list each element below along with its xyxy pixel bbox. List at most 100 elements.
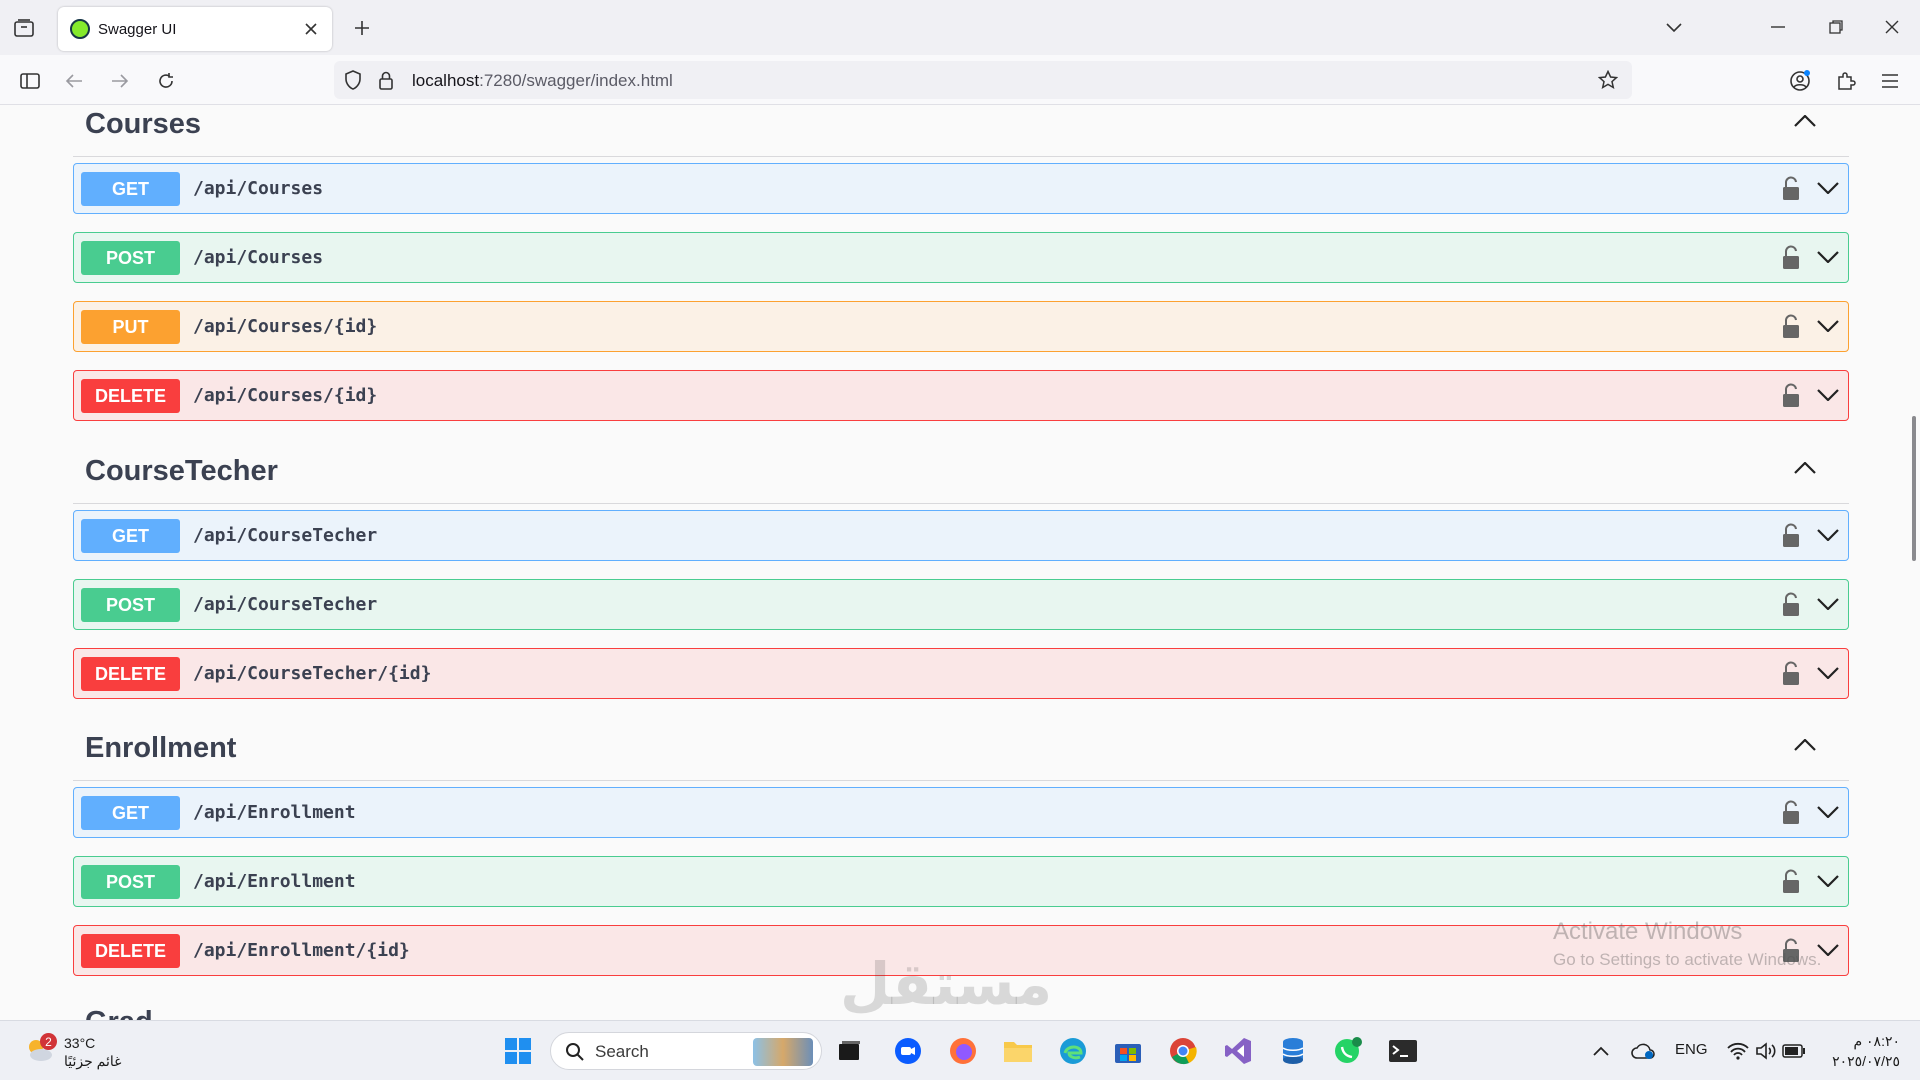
browser-tab-bar: Swagger UI: [0, 0, 1920, 55]
operation-path: /api/CourseTecher/{id}: [193, 663, 432, 684]
task-view-icon[interactable]: [832, 1033, 868, 1069]
browser-tab-active[interactable]: Swagger UI: [58, 7, 332, 51]
expand-chevron-down-icon[interactable]: [1814, 243, 1842, 271]
expand-chevron-down-icon[interactable]: [1814, 798, 1842, 826]
activate-windows-watermark: Activate Windows Go to Settings to activ…: [1553, 918, 1821, 970]
battery-icon[interactable]: [1776, 1033, 1812, 1069]
new-tab-plus-icon[interactable]: [348, 14, 376, 42]
section-title-enrollment[interactable]: Enrollment: [85, 732, 236, 765]
operation-row[interactable]: POST /api/Enrollment: [73, 856, 1849, 907]
unlocked-padlock-icon[interactable]: [1780, 383, 1802, 409]
mostaql-logo-watermark: مستقل: [840, 950, 1053, 1018]
section-divider: [73, 780, 1849, 781]
operation-row[interactable]: GET /api/Enrollment: [73, 787, 1849, 838]
operation-row[interactable]: GET /api/Courses: [73, 163, 1849, 214]
method-badge: PUT: [81, 310, 180, 344]
operation-path: /api/CourseTecher: [193, 525, 378, 546]
taskbar-search-box[interactable]: Search: [550, 1032, 822, 1070]
edge-app-icon[interactable]: [1055, 1033, 1091, 1069]
operation-row[interactable]: DELETE /api/Courses/{id}: [73, 370, 1849, 421]
operation-path: /api/Enrollment: [193, 871, 356, 892]
weather-widget[interactable]: 2 33°C غائم جزئيًا: [22, 1029, 132, 1073]
tracking-protection-shield-icon[interactable]: [344, 70, 362, 95]
operation-path: /api/CourseTecher: [193, 594, 378, 615]
unlocked-padlock-icon[interactable]: [1780, 661, 1802, 687]
method-badge: GET: [81, 519, 180, 553]
terminal-app-icon[interactable]: [1385, 1033, 1421, 1069]
list-all-tabs-chevron-icon[interactable]: [1660, 14, 1688, 42]
taskbar-clock[interactable]: ٠٨:٢٠ م ٢٠٢٥/٠٧/٢٥: [1820, 1031, 1900, 1071]
method-badge: DELETE: [81, 657, 180, 691]
sidebar-toggle-icon[interactable]: [14, 65, 46, 97]
onedrive-cloud-icon[interactable]: [1625, 1033, 1661, 1069]
firefox-app-icon[interactable]: [945, 1033, 981, 1069]
method-badge: DELETE: [81, 379, 180, 413]
browser-nav-bar: localhost:7280/swagger/index.html: [0, 55, 1920, 105]
close-window-icon[interactable]: [1872, 10, 1912, 44]
operation-path: /api/Enrollment/{id}: [193, 940, 410, 961]
search-icon: [565, 1042, 585, 1067]
section-divider: [73, 156, 1849, 157]
extensions-puzzle-icon[interactable]: [1830, 65, 1862, 97]
file-explorer-icon[interactable]: [1000, 1033, 1036, 1069]
section-title-partial[interactable]: Grad: [85, 1006, 153, 1020]
expand-chevron-down-icon[interactable]: [1814, 521, 1842, 549]
expand-chevron-down-icon[interactable]: [1814, 867, 1842, 895]
operation-row[interactable]: POST /api/Courses: [73, 232, 1849, 283]
visual-studio-icon[interactable]: [1220, 1033, 1256, 1069]
operation-path: /api/Courses/{id}: [193, 385, 378, 406]
expand-chevron-down-icon[interactable]: [1814, 312, 1842, 340]
collapse-chevron-up-icon[interactable]: [1790, 106, 1820, 136]
search-label: Search: [595, 1042, 649, 1061]
method-badge: GET: [81, 796, 180, 830]
tab-list-icon[interactable]: [10, 16, 38, 40]
show-hidden-icons-chevron-up-icon[interactable]: [1583, 1033, 1619, 1069]
account-icon[interactable]: [1784, 65, 1816, 97]
unlocked-padlock-icon[interactable]: [1780, 800, 1802, 826]
clock-time: ٠٨:٢٠ م: [1853, 1033, 1900, 1049]
menu-hamburger-icon[interactable]: [1874, 65, 1906, 97]
forward-arrow-icon[interactable]: [104, 65, 136, 97]
unlocked-padlock-icon[interactable]: [1780, 869, 1802, 895]
section-divider: [73, 503, 1849, 504]
swagger-favicon-icon: [70, 19, 90, 39]
expand-chevron-down-icon[interactable]: [1814, 590, 1842, 618]
section-title-coursetecher[interactable]: CourseTecher: [85, 455, 278, 488]
operation-path: /api/Courses: [193, 178, 324, 199]
unlocked-padlock-icon[interactable]: [1780, 592, 1802, 618]
expand-chevron-down-icon[interactable]: [1814, 381, 1842, 409]
page-scrollbar[interactable]: [1912, 416, 1916, 561]
windows-start-icon[interactable]: [500, 1033, 536, 1069]
database-app-icon[interactable]: [1275, 1033, 1311, 1069]
tab-title: Swagger UI: [98, 20, 177, 38]
unlocked-padlock-icon[interactable]: [1780, 176, 1802, 202]
collapse-chevron-up-icon[interactable]: [1790, 730, 1820, 760]
section-title-courses[interactable]: Courses: [85, 108, 201, 141]
close-tab-icon[interactable]: [300, 18, 322, 40]
url-bar[interactable]: localhost:7280/swagger/index.html: [334, 61, 1632, 99]
operation-row[interactable]: PUT /api/Courses/{id}: [73, 301, 1849, 352]
operation-row[interactable]: GET /api/CourseTecher: [73, 510, 1849, 561]
whatsapp-app-icon[interactable]: [1330, 1033, 1366, 1069]
collapse-chevron-up-icon[interactable]: [1790, 453, 1820, 483]
expand-chevron-down-icon[interactable]: [1814, 659, 1842, 687]
unlocked-padlock-icon[interactable]: [1780, 314, 1802, 340]
lock-secure-icon[interactable]: [378, 70, 394, 95]
operation-row[interactable]: POST /api/CourseTecher: [73, 579, 1849, 630]
operation-path: /api/Courses: [193, 247, 324, 268]
watermark-line2: Go to Settings to activate Windows.: [1553, 950, 1822, 969]
reload-icon[interactable]: [150, 65, 182, 97]
zoom-app-icon[interactable]: [890, 1033, 926, 1069]
microsoft-store-icon[interactable]: [1110, 1033, 1146, 1069]
expand-chevron-down-icon[interactable]: [1814, 174, 1842, 202]
back-arrow-icon[interactable]: [58, 65, 90, 97]
input-language-indicator[interactable]: ENG: [1675, 1041, 1708, 1058]
unlocked-padlock-icon[interactable]: [1780, 245, 1802, 271]
chrome-app-icon[interactable]: [1165, 1033, 1201, 1069]
operation-row[interactable]: DELETE /api/CourseTecher/{id}: [73, 648, 1849, 699]
unlocked-padlock-icon[interactable]: [1780, 523, 1802, 549]
bookmark-star-icon[interactable]: [1597, 69, 1619, 95]
method-badge: POST: [81, 588, 180, 622]
restore-window-icon[interactable]: [1816, 10, 1856, 44]
minimize-window-icon[interactable]: [1758, 10, 1798, 44]
